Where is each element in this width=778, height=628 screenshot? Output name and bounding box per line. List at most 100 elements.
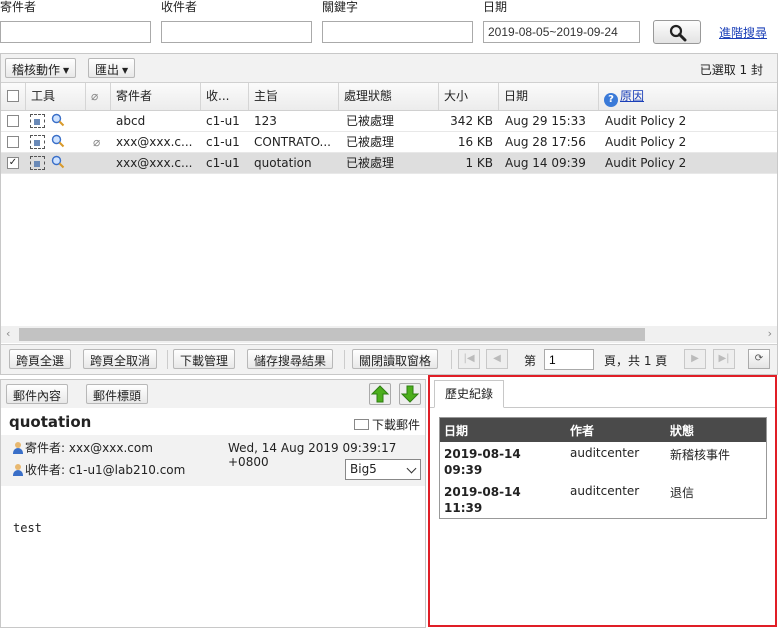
preview-subject: quotation	[9, 413, 92, 431]
magnifier-icon[interactable]	[51, 155, 65, 169]
sender-label: 寄件者	[0, 0, 37, 14]
advanced-search-link[interactable]: 進階搜尋	[719, 24, 767, 41]
scroll-left-icon[interactable]: ‹	[6, 327, 10, 340]
page-input[interactable]	[544, 349, 594, 370]
next-message-button[interactable]	[399, 383, 421, 405]
divider	[344, 350, 345, 369]
col-recipient[interactable]: 收...	[201, 83, 249, 110]
tab-message-content[interactable]: 郵件內容	[6, 384, 69, 404]
col-sender[interactable]: 寄件者	[111, 83, 201, 110]
col-reason[interactable]: ? 原因	[599, 83, 777, 110]
row-size: 342 KB	[450, 114, 493, 128]
col-subject[interactable]: 主旨	[249, 83, 339, 110]
next-page-icon[interactable]: ▶	[684, 349, 706, 369]
row-recipient: c1-u1	[206, 114, 240, 128]
keyword-label: 關鍵字	[322, 0, 359, 14]
message-list-panel: 稽核動作 ▼ 匯出 ▼ 已選取 1 封 工具 ⌀ 寄件者 收... 主旨 處理狀態 …	[0, 53, 778, 375]
refresh-icon[interactable]: ⟳	[748, 349, 770, 369]
download-manager-button[interactable]: 下載管理	[173, 349, 236, 369]
col-tools[interactable]: 工具	[26, 83, 86, 110]
release-icon[interactable]	[30, 114, 45, 128]
search-bar: 寄件者 收件者 關鍵字 日期 進階搜尋	[0, 0, 778, 50]
prev-page-icon[interactable]: ◀	[486, 349, 508, 369]
row-reason: Audit Policy 2	[605, 114, 687, 128]
row-date: Aug 28 17:56	[505, 135, 586, 149]
reason-link[interactable]: 原因	[620, 89, 644, 103]
table-row[interactable]: abcd c1-u1 123 已被處理 342 KB Aug 29 15:33 Audit …	[1, 111, 777, 132]
tab-history[interactable]: 歷史紀錄	[434, 380, 504, 408]
row-size: 1 KB	[465, 156, 493, 170]
col-attachment[interactable]: ⌀	[86, 83, 111, 110]
recipient-address: c1-u1@lab210.com	[68, 463, 186, 477]
sender-field-label: 寄件者:	[25, 441, 66, 455]
last-page-icon[interactable]: ▶|	[713, 349, 735, 369]
history-date-time: 11:39	[444, 501, 483, 515]
row-checkbox[interactable]: ✓	[7, 157, 19, 169]
row-subject: 123	[254, 114, 277, 128]
list-toolbar: 稽核動作 ▼ 匯出 ▼ 已選取 1 封	[1, 54, 777, 83]
scroll-right-icon[interactable]: ›	[768, 327, 772, 340]
first-page-icon[interactable]: |◀	[458, 349, 480, 369]
keyword-input[interactable]	[322, 21, 473, 43]
save-search-button[interactable]: 儲存搜尋結果	[247, 349, 334, 369]
table-header: 工具 ⌀ 寄件者 收... 主旨 處理狀態 大小 日期 ? 原因	[1, 83, 777, 111]
row-recipient: c1-u1	[206, 156, 240, 170]
row-subject: quotation	[254, 156, 312, 170]
horizontal-scrollbar[interactable]: ‹ ›	[1, 326, 777, 343]
history-status: 新稽核事件	[670, 448, 731, 462]
envelope-icon	[354, 419, 369, 430]
history-panel: 歷史紀錄 日期 作者 狀態 2019-08-14 09:39 auditcenter…	[428, 375, 777, 627]
deselect-all-pages-button[interactable]: 跨頁全取消	[83, 349, 158, 369]
sender-address: xxx@xxx.com	[68, 441, 153, 455]
col-status[interactable]: 處理狀態	[339, 83, 439, 110]
release-icon[interactable]	[30, 135, 45, 149]
col-date[interactable]: 日期	[499, 83, 599, 110]
select-all-pages-button[interactable]: 跨頁全選	[9, 349, 72, 369]
recipient-input[interactable]	[161, 21, 312, 43]
search-button[interactable]	[653, 20, 701, 44]
sender-input[interactable]	[0, 21, 151, 43]
audit-action-dropdown[interactable]: 稽核動作 ▼	[5, 58, 77, 78]
history-status: 退信	[670, 486, 695, 500]
row-sender: xxx@xxx.c...	[116, 135, 193, 149]
history-date-day: 2019-08-14	[444, 485, 521, 499]
history-date-time: 09:39	[444, 463, 483, 477]
tab-message-header[interactable]: 郵件標頭	[86, 384, 149, 404]
close-reading-pane-button[interactable]: 關閉讀取窗格	[352, 349, 439, 369]
download-message-link[interactable]: 下載郵件	[354, 416, 420, 433]
col-size[interactable]: 大小	[439, 83, 499, 110]
row-checkbox[interactable]	[7, 115, 19, 127]
history-tabbar: 歷史紀錄	[430, 377, 775, 408]
history-author: auditcenter	[570, 484, 640, 498]
history-date: 2019-08-14 11:39	[444, 484, 521, 516]
magnifier-icon[interactable]	[51, 113, 65, 127]
pagination-toolbar: 跨頁全選 跨頁全取消 下載管理 儲存搜尋結果 關閉讀取窗格 |◀ ◀ 第 頁，共…	[1, 344, 777, 374]
message-body: test	[13, 521, 42, 535]
prev-message-button[interactable]	[369, 383, 391, 405]
divider	[167, 350, 168, 369]
export-dropdown[interactable]: 匯出 ▼	[88, 58, 136, 78]
row-checkbox[interactable]	[7, 136, 19, 148]
history-date: 2019-08-14 09:39	[444, 446, 521, 478]
scrollbar-thumb[interactable]	[19, 328, 645, 341]
recipient-label: 收件者	[161, 0, 198, 14]
user-icon	[13, 464, 23, 476]
recipient-line: 收件者: c1-u1@lab210.com	[13, 461, 185, 478]
row-reason: Audit Policy 2	[605, 135, 687, 149]
history-header: 日期 作者 狀態	[440, 418, 766, 442]
row-recipient: c1-u1	[206, 135, 240, 149]
encoding-select[interactable]: Big5	[345, 459, 421, 480]
select-all-checkbox[interactable]	[7, 90, 19, 102]
table-row[interactable]: ⌀ xxx@xxx.c... c1-u1 CONTRATO... 已被處理 16 KB Au…	[1, 132, 777, 153]
row-sender: xxx@xxx.c...	[116, 156, 193, 170]
date-range-input[interactable]	[483, 21, 640, 43]
download-label: 下載郵件	[372, 418, 421, 432]
preview-toolbar: 郵件內容 郵件標頭	[1, 380, 425, 408]
date-label: 日期	[483, 0, 508, 14]
magnifier-icon[interactable]	[51, 134, 65, 148]
select-all-header[interactable]	[1, 83, 26, 110]
table-row[interactable]: ✓ xxx@xxx.c... c1-u1 quotation 已被處理 1 KB Aug 1…	[1, 153, 777, 174]
history-table: 日期 作者 狀態 2019-08-14 09:39 auditcenter 新稽核事件…	[439, 417, 767, 519]
history-col-date: 日期	[444, 424, 469, 438]
release-icon[interactable]	[30, 156, 45, 170]
